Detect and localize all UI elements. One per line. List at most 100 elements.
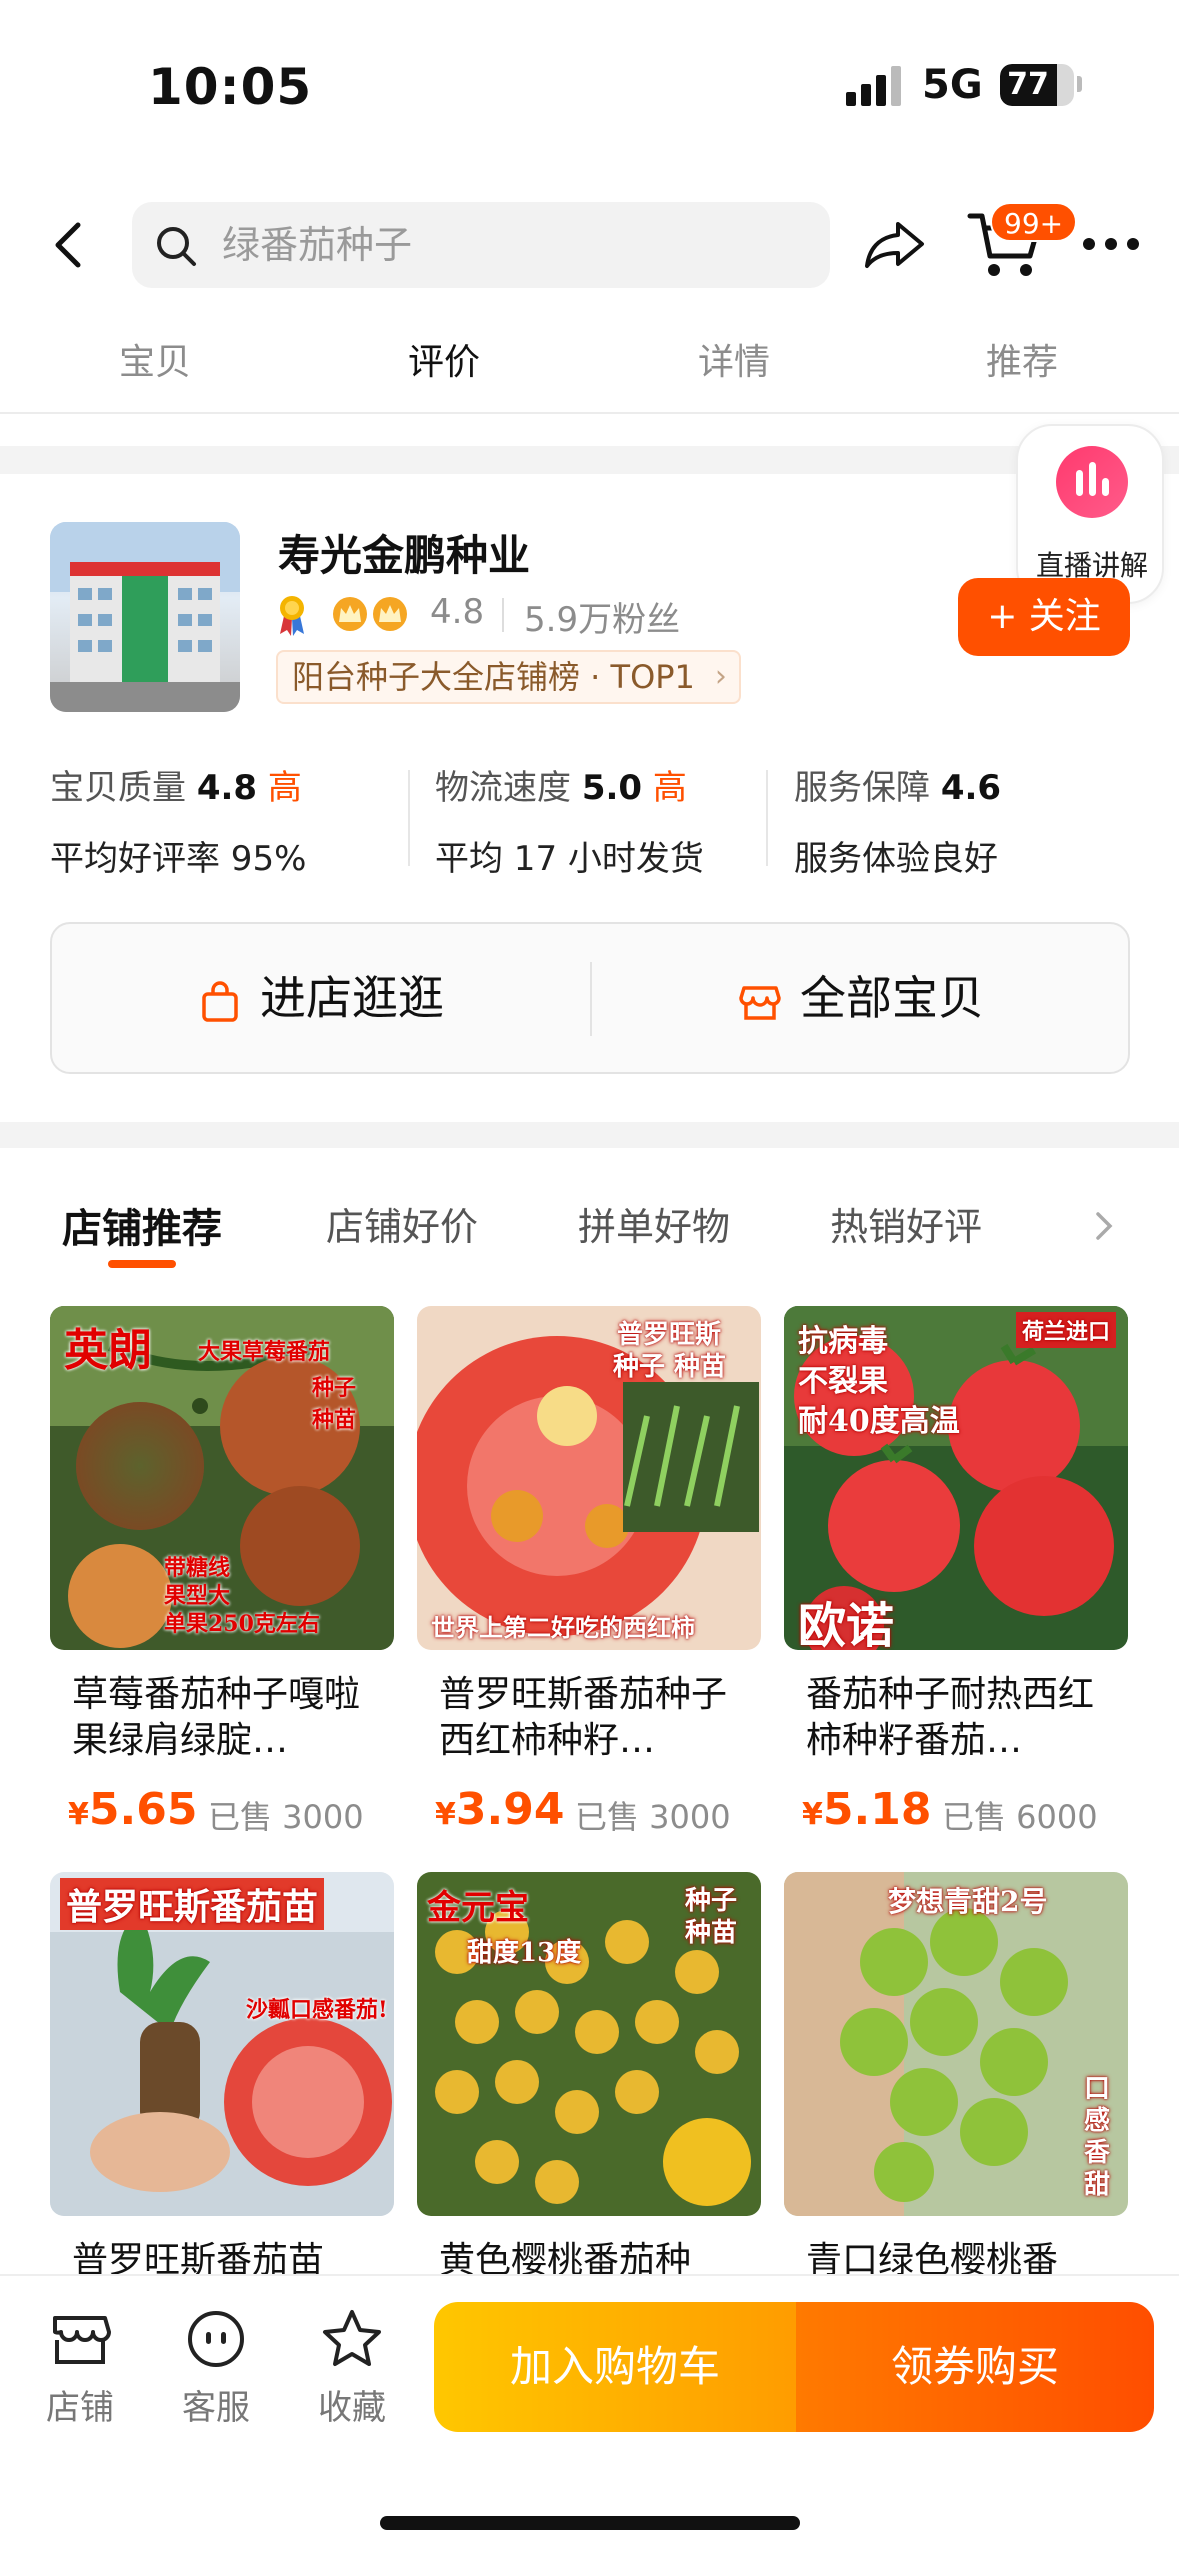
store-icon — [53, 2316, 111, 2364]
service-label: 客服 — [182, 2388, 250, 2428]
chevron-right-icon[interactable] — [1090, 1206, 1118, 1246]
image-text: 普罗旺斯番茄苗 — [60, 1878, 325, 1930]
coupon-buy-button[interactable]: 领券购买 — [796, 2302, 1154, 2432]
shop-fans: 5.9万粉丝 — [524, 600, 681, 640]
image-text: 荷兰进口 — [1016, 1312, 1117, 1348]
product-price: ¥3.94 — [435, 1784, 565, 1835]
shop-tab[interactable]: 店铺 — [20, 2306, 140, 2429]
shop-name[interactable]: 寿光金鹏种业 — [278, 522, 530, 583]
metric-sub: 平均 17 小时发货 — [435, 839, 704, 879]
product-image[interactable]: 普罗旺斯 种子 种苗 世界上第二好吃的西红柿 — [417, 1306, 761, 1650]
metric-item-logistics: 物流速度 5.0 高 平均 17 小时发货 — [435, 760, 775, 880]
product-sold: 已售 3000 — [208, 1798, 364, 1836]
image-text: 甜 — [1084, 2170, 1111, 2200]
live-explain-button[interactable]: 直播讲解 — [1016, 424, 1164, 604]
image-text: 种苗 — [685, 1918, 738, 1948]
tab-baobei[interactable]: 宝贝 — [75, 328, 235, 398]
crown-icon — [333, 597, 367, 631]
product-price: ¥5.18 — [802, 1784, 932, 1835]
product-sold: 已售 6000 — [942, 1798, 1098, 1836]
tabs-divider — [0, 412, 1179, 414]
image-text: 欧诺 — [798, 1598, 895, 1650]
product-image[interactable]: 英朗 大果草莓番茄 种子 种苗 带糖线 果型大 单果250克左右 — [50, 1306, 394, 1650]
enter-store-button[interactable]: 进店逛逛 — [52, 924, 590, 1072]
live-icon — [1056, 446, 1128, 518]
back-icon[interactable] — [40, 215, 100, 275]
metric-title: 物流速度 5.0 高 — [435, 768, 687, 808]
product-image[interactable]: 金元宝 甜度13度 种子 种苗 — [417, 1872, 761, 2216]
home-indicator — [380, 2516, 800, 2530]
rec-tab-shop-recommend[interactable]: 店铺推荐 — [62, 1196, 222, 1254]
page-tabs: 宝贝 评价 详情 推荐 — [0, 328, 1179, 408]
image-text: 沙瓤口感番茄! — [246, 1997, 388, 2023]
shop-photo[interactable] — [50, 522, 240, 712]
chat-face-icon — [188, 2311, 244, 2367]
more-icon[interactable] — [1080, 226, 1142, 262]
metric-title: 宝贝质量 4.8 高 — [50, 768, 302, 808]
tab-reviews[interactable]: 评价 — [364, 328, 524, 398]
image-text: 梦想青甜2号 — [888, 1885, 1048, 1918]
section-divider — [0, 446, 1179, 474]
section-divider — [0, 1122, 1179, 1148]
shop-rank-tag[interactable]: 阳台种子大全店铺榜 · TOP1 › — [276, 650, 741, 704]
rec-tab-good-price[interactable]: 店铺好价 — [326, 1196, 478, 1251]
search-icon — [157, 227, 196, 266]
chevron-right-icon: › — [714, 659, 727, 694]
product-title[interactable]: 草莓番茄种子嘎啦果绿肩绿腚… — [72, 1672, 386, 1764]
share-icon[interactable] — [862, 214, 928, 274]
product-image[interactable]: 抗病毒 不裂果 耐40度高温 荷兰进口 欧诺 — [784, 1306, 1128, 1650]
crown-icon — [373, 597, 407, 631]
customer-service-tab[interactable]: 客服 — [156, 2306, 276, 2429]
status-bar: 10:05 5G 77 — [0, 0, 1179, 170]
bottom-action-bar: 店铺 客服 收藏 加入购物车 领券购买 — [0, 2274, 1179, 2556]
image-text: 种子 种苗 — [613, 1352, 727, 1382]
favorite-label: 收藏 — [318, 2388, 386, 2428]
rec-tab-group-buy[interactable]: 拼单好物 — [578, 1196, 730, 1251]
search-placeholder: 绿番茄种子 — [222, 223, 413, 267]
network-type: 5G — [922, 62, 983, 108]
battery-level: 77 — [1007, 67, 1049, 102]
rec-tab-hot-reviews[interactable]: 热销好评 — [830, 1196, 982, 1251]
product-title[interactable]: 普罗旺斯番茄种子西红柿种籽… — [439, 1672, 753, 1764]
image-text: 世界上第二好吃的西红柿 — [431, 1613, 695, 1642]
metric-sub: 服务体验良好 — [794, 839, 998, 879]
shop-rating: 4.8 — [430, 592, 485, 632]
product-image[interactable]: 梦想青甜2号 口 感 香 甜 — [784, 1872, 1128, 2216]
rank-tag-label: 阳台种子大全店铺榜 · TOP1 — [292, 658, 695, 696]
image-text: 英朗 — [64, 1325, 152, 1376]
metric-divider — [766, 770, 768, 866]
tab-recommend[interactable]: 推荐 — [942, 328, 1102, 398]
shop-label: 店铺 — [46, 2388, 114, 2428]
add-to-cart-button[interactable]: 加入购物车 — [434, 2302, 796, 2432]
image-text: 种子 — [312, 1375, 357, 1401]
metric-item-service: 服务保障 4.6 服务体验良好 — [794, 760, 1134, 880]
product-image[interactable]: 普罗旺斯番茄苗 沙瓤口感番茄! — [50, 1872, 394, 2216]
battery-tip — [1077, 76, 1082, 92]
store-buttons: 进店逛逛 全部宝贝 — [50, 922, 1130, 1074]
search-input[interactable]: 绿番茄种子 — [132, 202, 830, 288]
image-text: 种苗 — [312, 1407, 357, 1433]
favorite-tab[interactable]: 收藏 — [292, 2306, 412, 2429]
metric-divider — [408, 770, 410, 866]
image-text: 耐40度高温 — [798, 1404, 960, 1439]
follow-button[interactable]: + 关注 — [958, 578, 1130, 656]
metric-item-quality: 宝贝质量 4.8 高 平均好评率 95% — [50, 760, 390, 880]
image-text: 大果草莓番茄 — [198, 1339, 331, 1365]
shopping-bag-icon — [202, 980, 238, 1022]
metric-title: 服务保障 4.6 — [794, 768, 1002, 808]
image-text: 不裂果 — [798, 1364, 888, 1399]
image-text: 甜度13度 — [467, 1938, 582, 1968]
medal-icon — [280, 596, 304, 636]
image-text: 抗病毒 — [798, 1324, 888, 1359]
storefront-icon — [739, 985, 781, 1020]
all-items-button[interactable]: 全部宝贝 — [592, 924, 1130, 1072]
product-price: ¥5.65 — [68, 1784, 198, 1835]
cart-badge: 99+ — [990, 202, 1078, 242]
product-sold: 已售 3000 — [575, 1798, 731, 1836]
metric-sub: 平均好评率 95% — [50, 839, 307, 879]
image-text: 金元宝 — [427, 1888, 529, 1928]
star-icon — [323, 2310, 381, 2366]
signal-icon — [846, 66, 902, 106]
product-title[interactable]: 番茄种子耐热西红柿种籽番茄… — [806, 1672, 1120, 1764]
tab-details[interactable]: 详情 — [654, 328, 814, 398]
